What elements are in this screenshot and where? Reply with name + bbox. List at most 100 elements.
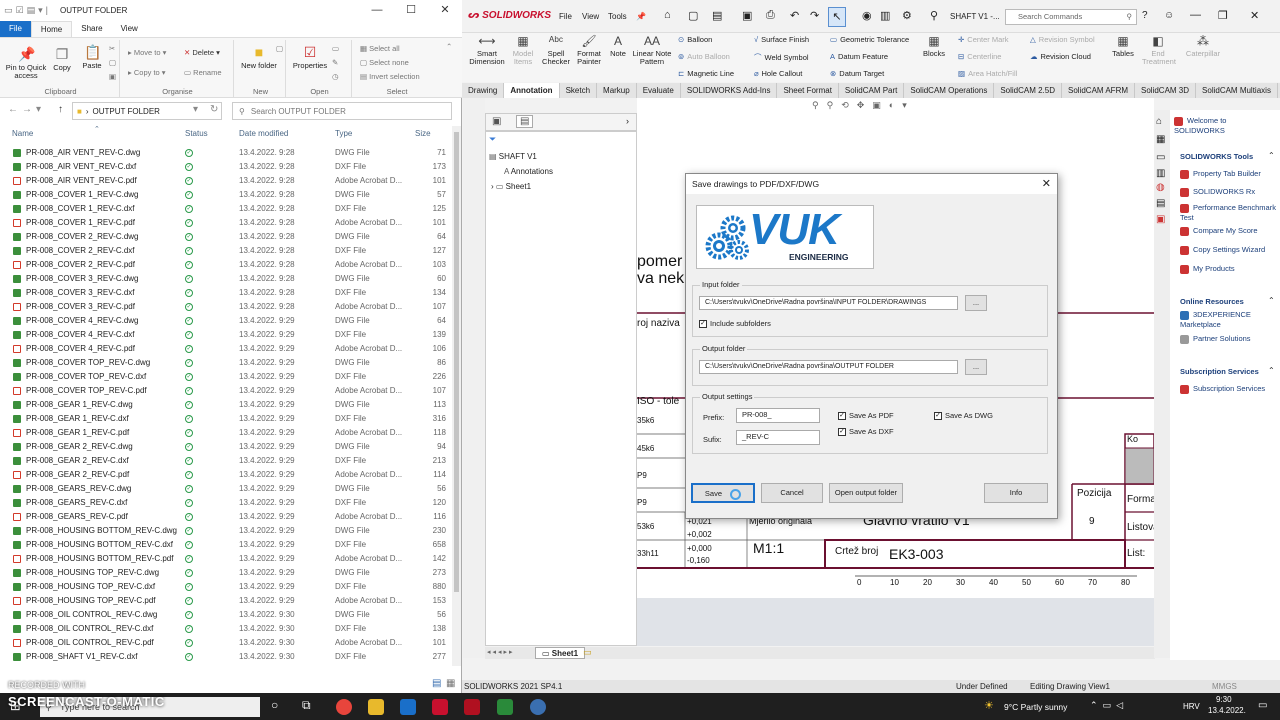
file-row[interactable]: PR-008_OIL CONTROL_REV-C.dxf ✓ 13.4.2022. … — [0, 622, 450, 636]
blocks-button[interactable]: ▦ Blocks — [920, 34, 948, 58]
file-row[interactable]: PR-008_HOUSING BOTTOM_REV-C.dwg ✓ 13.4.202… — [0, 524, 450, 538]
sw-tab[interactable]: SolidCAM AFRM — [1062, 83, 1136, 98]
file-row[interactable]: PR-008_GEAR 1_REV-C.dxf ✓ 13.4.2022. 9:29 D… — [0, 412, 450, 426]
collapse-icon[interactable]: ⌃ — [1268, 151, 1275, 160]
app-taskbar-icon[interactable] — [497, 699, 513, 715]
online-header[interactable]: Online Resources — [1180, 297, 1244, 306]
file-row[interactable]: PR-008_AIR VENT_REV-C.pdf ✓ 13.4.2022. 9:2… — [0, 174, 450, 188]
pin-quick-access-button[interactable]: 📌 Pin to Quick access — [4, 46, 48, 80]
column-status[interactable]: Status — [185, 129, 208, 138]
pan-icon[interactable]: ✥ — [857, 100, 873, 110]
collapse-icon[interactable]: ⌃ — [1268, 296, 1275, 305]
file-row[interactable]: PR-008_COVER 4_REV-C.dwg ✓ 13.4.2022. 9:29… — [0, 314, 450, 328]
quick-access-toolbar[interactable]: ▭ ☑ ▤ ▾ | — [4, 5, 48, 16]
suffix-field[interactable]: _REV-C — [736, 430, 820, 445]
units-status[interactable]: MMGS — [1212, 682, 1237, 691]
print-icon[interactable]: ⎙ — [766, 9, 775, 22]
minimize-button[interactable]: — — [1190, 9, 1201, 21]
filter-icon[interactable]: ⏷ — [489, 134, 496, 145]
collapse-icon[interactable]: ⌃ — [1268, 366, 1275, 375]
outlook-icon[interactable] — [400, 699, 416, 715]
file-row[interactable]: PR-008_GEAR 1_REV-C.pdf ✓ 13.4.2022. 9:29 A… — [0, 426, 450, 440]
task-view-icon[interactable]: ⧉ — [302, 698, 311, 713]
address-bar[interactable]: ■ › OUTPUT FOLDER — [72, 102, 222, 120]
appearances-icon[interactable]: ◍ — [1156, 182, 1165, 193]
file-row[interactable]: PR-008_GEAR 2_REV-C.dxf ✓ 13.4.2022. 9:29 D… — [0, 454, 450, 468]
column-type[interactable]: Type — [335, 129, 352, 138]
file-row[interactable]: PR-008_COVER 3_REV-C.pdf ✓ 13.4.2022. 9:28… — [0, 300, 450, 314]
file-row[interactable]: PR-008_GEARS_REV-C.dwg ✓ 13.4.2022. 9:29 DW… — [0, 482, 450, 496]
more-icon[interactable]: ▾ — [902, 100, 915, 110]
traffic-light-icon[interactable]: ◉ — [862, 9, 872, 22]
weather-text[interactable]: 9°C Partly sunny — [1004, 702, 1067, 712]
file-row[interactable]: PR-008_GEARS_REV-C.pdf ✓ 13.4.2022. 9:29 Ad… — [0, 510, 450, 524]
file-row[interactable]: PR-008_SHAFT V1_REV-C.dxf ✓ 13.4.2022. 9:3… — [0, 650, 450, 664]
output-folder-field[interactable]: C:\Users\tvukv\OneDrive\Radna površina\O… — [699, 360, 958, 374]
move-to-button[interactable]: ▸ Move to ▾ — [128, 48, 166, 57]
sw-tab[interactable]: Sheet Format — [777, 83, 839, 98]
sw-tab[interactable]: Sketch — [560, 83, 598, 98]
centerline-button[interactable]: ⊟ Centerline — [958, 52, 1001, 61]
invert-selection-button[interactable]: ▤ Invert selection — [360, 72, 420, 81]
file-row[interactable]: PR-008_OIL CONTROL_REV-C.pdf ✓ 13.4.2022. … — [0, 636, 450, 650]
history-icon[interactable]: ◷ — [332, 72, 339, 81]
scrollbar-thumb[interactable] — [454, 132, 459, 592]
save-button[interactable]: Save — [691, 483, 755, 503]
view-palette-icon[interactable]: ▤ — [1156, 198, 1165, 209]
note-button[interactable]: A Note — [606, 34, 630, 58]
clock-date[interactable]: 13.4.2022. — [1208, 706, 1246, 715]
area-hatch-button[interactable]: ▨ Area Hatch/Fill — [958, 69, 1017, 78]
file-row[interactable]: PR-008_COVER TOP_REV-C.pdf ✓ 13.4.2022. 9:… — [0, 384, 450, 398]
view-settings-icon[interactable]: ◐ — [889, 100, 902, 110]
sheet-tab[interactable]: ▭ Sheet1 — [535, 647, 586, 659]
subscription-header[interactable]: Subscription Services — [1180, 367, 1259, 376]
tree-root[interactable]: ▤ SHAFT V1 — [489, 152, 537, 161]
welcome-link[interactable]: Welcome to SOLIDWORKS — [1174, 116, 1264, 135]
column-size[interactable]: Size — [415, 129, 431, 138]
online-link-marketplace[interactable]: 3DEXPERIENCE Marketplace — [1180, 310, 1276, 329]
select-all-button[interactable]: ▦ Select all — [360, 44, 400, 53]
online-link-partners[interactable]: Partner Solutions — [1180, 334, 1251, 344]
search-input[interactable]: ⚲ Search OUTPUT FOLDER — [232, 102, 452, 120]
feature-tree-icon[interactable]: ▣ — [492, 116, 501, 127]
magnetic-line-button[interactable]: ⊏ Magnetic Line — [678, 69, 734, 78]
custom-properties-icon[interactable]: ▣ — [1156, 214, 1165, 225]
revision-symbol-button[interactable]: △ Revision Symbol — [1030, 35, 1095, 44]
cut-icon[interactable]: ✂ — [109, 44, 115, 53]
menu-file[interactable]: File — [559, 12, 572, 21]
close-button[interactable]: ✕ — [428, 0, 462, 21]
sw-tab[interactable]: SolidCAM Multiaxis — [1196, 83, 1278, 98]
search-commands-input[interactable]: Search Commands ⚲ — [1005, 9, 1137, 25]
subscription-link[interactable]: Subscription Services — [1180, 384, 1265, 394]
file-row[interactable]: PR-008_HOUSING TOP_REV-C.pdf ✓ 13.4.2022. … — [0, 594, 450, 608]
design-library-icon[interactable]: ▥ — [1156, 168, 1165, 179]
new-item-icon[interactable]: ▢ — [276, 44, 283, 53]
format-painter-button[interactable]: 🖌 Format Painter — [574, 34, 604, 66]
open-icon[interactable]: ▤ — [712, 9, 722, 22]
details-view-icon[interactable]: ▤ — [432, 678, 441, 689]
file-row[interactable]: PR-008_COVER 3_REV-C.dwg ✓ 13.4.2022. 9:28… — [0, 272, 450, 286]
paste-button[interactable]: 📋 Paste — [78, 44, 106, 70]
new-document-icon[interactable]: ▢ — [688, 9, 698, 22]
browse-output-button[interactable]: ... — [965, 359, 987, 375]
geometric-tolerance-button[interactable]: ▭ Geometric Tolerance — [830, 35, 909, 44]
file-row[interactable]: PR-008_HOUSING BOTTOM_REV-C.dxf ✓ 13.4.202… — [0, 538, 450, 552]
model-items-button[interactable]: ▦ Model Items — [508, 34, 538, 66]
file-row[interactable]: PR-008_COVER 2_REV-C.dxf ✓ 13.4.2022. 9:28… — [0, 244, 450, 258]
sw-tab[interactable]: SolidCAM 3D — [1135, 83, 1197, 98]
spell-checker-button[interactable]: ᴬᵇᶜ Spell Checker — [540, 34, 572, 66]
center-mark-button[interactable]: ✛ Center Mark — [958, 35, 1009, 44]
ribbon-collapse-icon[interactable]: ⌃ — [446, 42, 452, 51]
menu-view[interactable]: View — [582, 12, 599, 21]
tables-button[interactable]: ▦ Tables — [1110, 34, 1136, 58]
cancel-button[interactable]: Cancel — [761, 483, 823, 503]
paste-shortcut-icon[interactable]: ▣ — [109, 72, 116, 81]
tab-file[interactable]: File — [0, 21, 31, 37]
address-dropdown-icon[interactable]: ▾ — [193, 104, 198, 115]
sw-tab[interactable]: Drawing — [462, 83, 505, 98]
save-as-pdf-checkbox[interactable]: ✓ Save As PDF — [838, 411, 894, 421]
tools-header[interactable]: SOLIDWORKS Tools — [1180, 152, 1253, 161]
file-row[interactable]: PR-008_GEARS_REV-C.dxf ✓ 13.4.2022. 9:29 DX… — [0, 496, 450, 510]
save-as-dwg-checkbox[interactable]: ✓ Save As DWG — [934, 411, 993, 421]
add-sheet-icon[interactable]: ▭ — [583, 647, 592, 658]
